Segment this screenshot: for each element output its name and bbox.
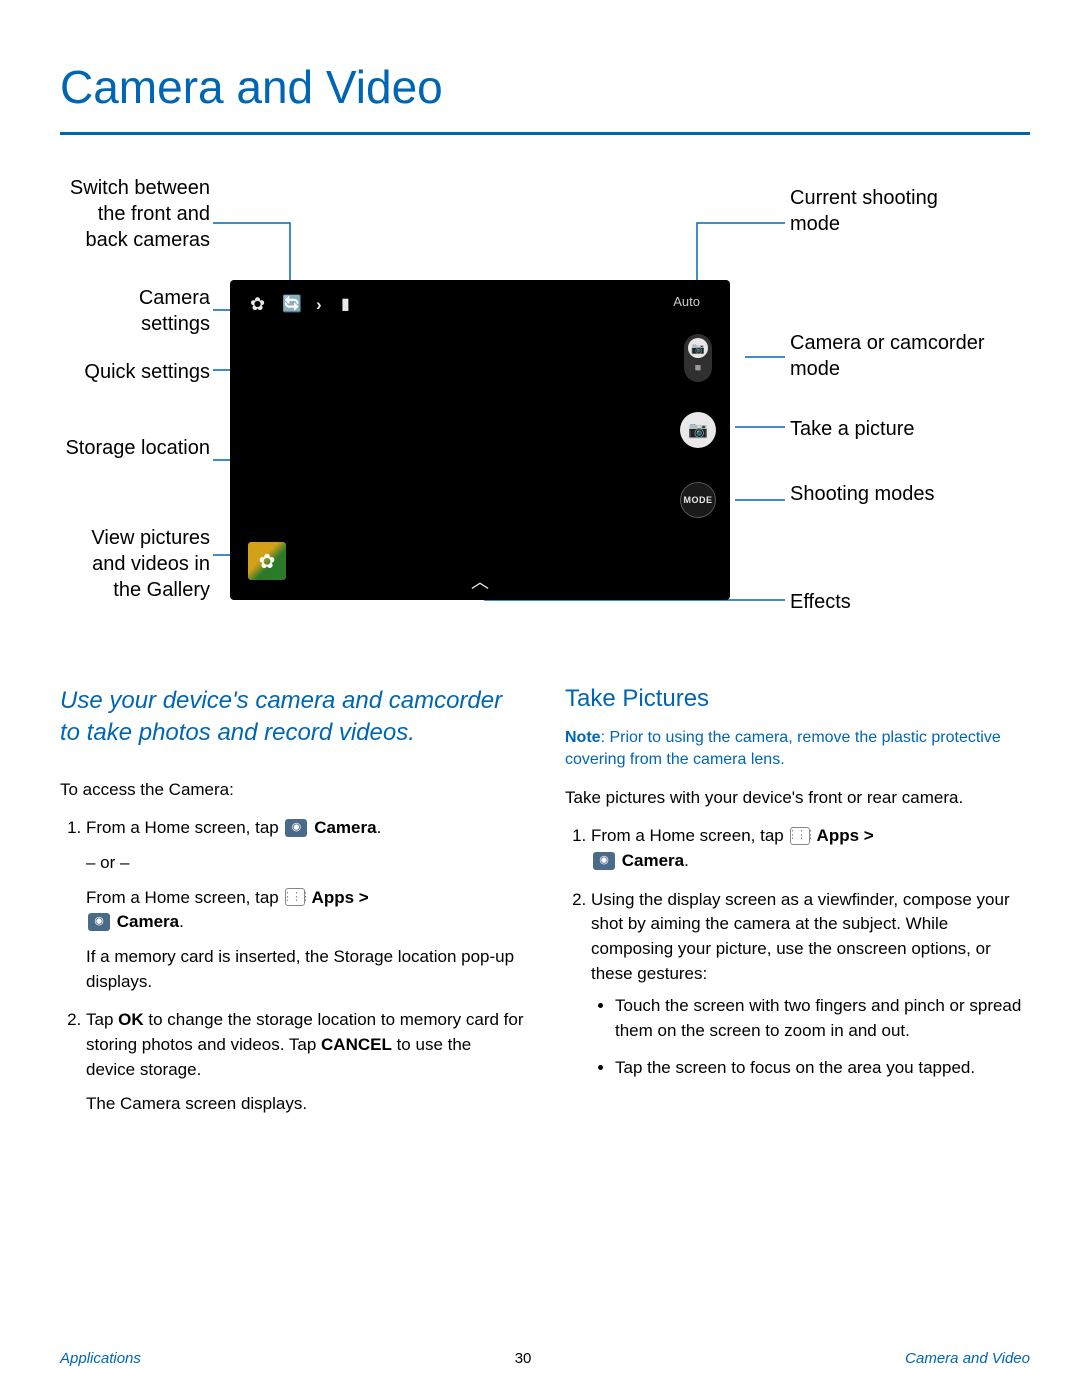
page-footer: Applications 30 Camera and Video [60, 1350, 1030, 1367]
step1a-camera: Camera [309, 818, 376, 837]
note-body: : Prior to using the camera, remove the … [565, 729, 1001, 768]
step1-or: – or – [86, 851, 525, 876]
callout-storage: Storage location [65, 435, 210, 461]
camcorder-mode-icon: ■ [688, 358, 708, 378]
access-step-2: Tap OK to change the storage location to… [86, 1008, 525, 1117]
access-step-1: From a Home screen, tap ◉ Camera. – or –… [86, 816, 525, 994]
rstep1-apps: Apps > [812, 826, 873, 845]
footer-right: Camera and Video [905, 1350, 1030, 1367]
rstep1-text: From a Home screen, tap [591, 826, 788, 845]
camera-app-icon: ◉ [285, 819, 307, 837]
gear-icon: ✿ [250, 294, 265, 315]
effects-chevron-icon: ︿ [471, 568, 489, 594]
left-column: Use your device's camera and camcorder t… [60, 685, 525, 1131]
bullet-pinch: Touch the screen with two fingers and pi… [615, 994, 1030, 1043]
camera-mode-icon: 📷 [688, 338, 708, 358]
access-steps: From a Home screen, tap ◉ Camera. – or –… [60, 816, 525, 1116]
mode-button: MODE [680, 482, 716, 518]
take-intro: Take pictures with your device's front o… [565, 786, 1030, 811]
intro-text: Use your device's camera and camcorder t… [60, 685, 525, 750]
rstep1-camera: Camera [617, 851, 684, 870]
callout-gallery: View pictures and videos in the Gallery [65, 525, 210, 603]
step2-text: Tap OK to change the storage location to… [86, 1010, 524, 1078]
callout-quick-settings: Quick settings [65, 359, 210, 385]
take-step-1: From a Home screen, tap ⋮⋮⋮ Apps > ◉ Cam… [591, 824, 1030, 873]
footer-page-number: 30 [515, 1350, 532, 1367]
callout-take-picture: Take a picture [790, 416, 990, 442]
camera-app-icon: ◉ [88, 913, 110, 931]
shutter-button: 📷 [680, 412, 716, 448]
apps-icon: ⋮⋮⋮ [285, 888, 305, 906]
take-steps: From a Home screen, tap ⋮⋮⋮ Apps > ◉ Cam… [565, 824, 1030, 1080]
access-label: To access the Camera: [60, 778, 525, 803]
step1a-text: From a Home screen, tap [86, 818, 283, 837]
take-step-2: Using the display screen as a viewfinder… [591, 888, 1030, 1080]
bullet-tap-focus: Tap the screen to focus on the area you … [615, 1056, 1030, 1081]
callout-effects: Effects [790, 589, 990, 615]
switch-camera-icon: 🔄 [282, 294, 302, 314]
callout-camera-settings: Camera settings [65, 285, 210, 337]
auto-mode-label: Auto [673, 294, 700, 309]
callout-shooting-modes: Shooting modes [790, 481, 990, 507]
camera-app-icon: ◉ [593, 852, 615, 870]
camera-camcorder-toggle: 📷 ■ [684, 334, 712, 382]
step1b-apps: Apps > [307, 888, 368, 907]
note-line: Note: Prior to using the camera, remove … [565, 727, 1030, 772]
content-columns: Use your device's camera and camcorder t… [60, 685, 1030, 1131]
step1-memory: If a memory card is inserted, the Storag… [86, 945, 525, 994]
step1b: From a Home screen, tap ⋮⋮⋮ Apps > ◉ Cam… [86, 886, 525, 935]
step1b-camera: Camera [112, 912, 179, 931]
title-rule [60, 132, 1030, 135]
gesture-bullets: Touch the screen with two fingers and pi… [591, 994, 1030, 1080]
callout-shooting-mode: Current shooting mode [790, 185, 990, 237]
step2-after: The Camera screen displays. [86, 1092, 525, 1117]
right-column: Take Pictures Note: Prior to using the c… [565, 685, 1030, 1131]
rstep2-text: Using the display screen as a viewfinder… [591, 890, 1010, 983]
page-title: Camera and Video [60, 60, 1030, 114]
callout-switch-camera: Switch between the front and back camera… [65, 175, 210, 253]
gallery-thumbnail: ✿ [248, 542, 286, 580]
take-pictures-heading: Take Pictures [565, 685, 1030, 713]
camera-screen: ✿ 🔄 › ▮ Auto 📷 ■ 📷 MODE ✿ ︿ [230, 280, 730, 600]
footer-left: Applications [60, 1350, 141, 1367]
step1b-text: From a Home screen, tap [86, 888, 283, 907]
camera-diagram: Switch between the front and back camera… [65, 175, 1025, 655]
apps-icon: ⋮⋮⋮ [790, 827, 810, 845]
storage-icon: ▮ [341, 294, 350, 314]
note-label: Note [565, 729, 601, 746]
chevron-right-icon: › [316, 295, 322, 315]
callout-cam-camcorder: Camera or camcorder mode [790, 330, 990, 382]
